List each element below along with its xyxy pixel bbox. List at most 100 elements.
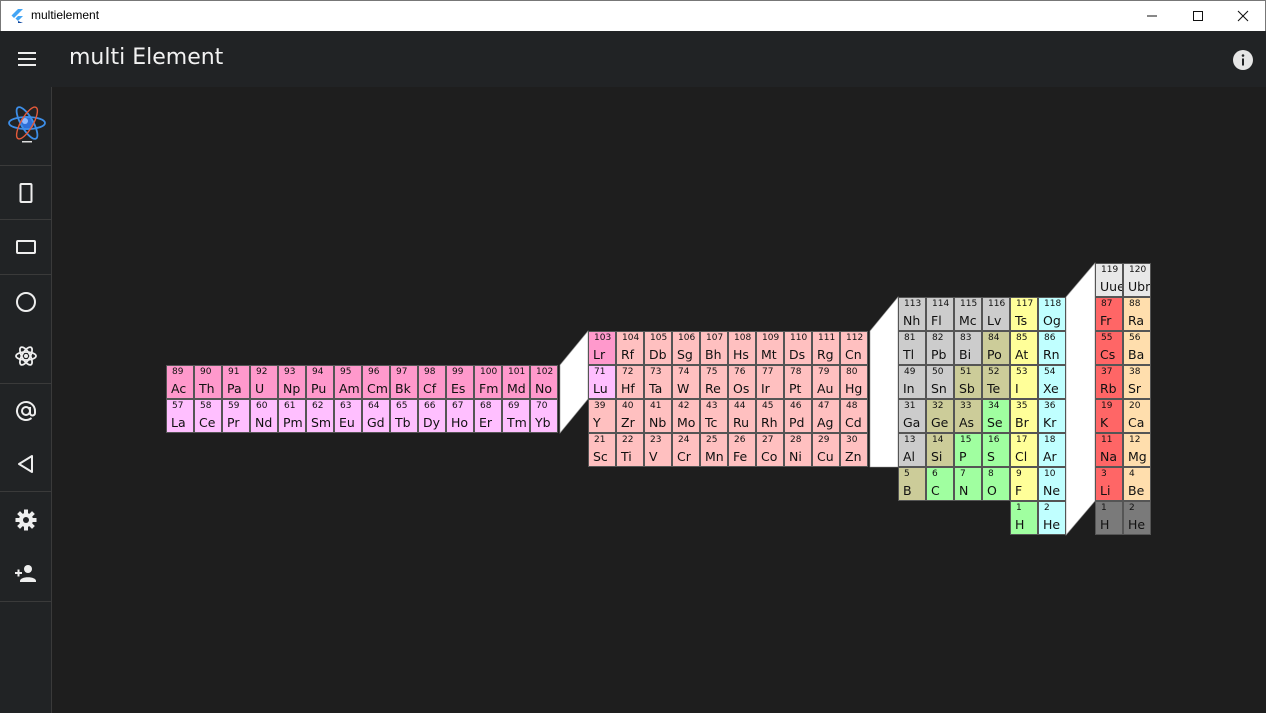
element-cell[interactable]: 65 Tb [390,399,418,433]
element-cell[interactable]: 20 Ca [1123,399,1151,433]
element-cell[interactable]: 105 Db [644,331,672,365]
element-cell[interactable]: 66 Dy [418,399,446,433]
element-cell[interactable]: 24 Cr [672,433,700,467]
element-cell[interactable]: 75 Re [700,365,728,399]
element-cell[interactable]: 118 Og [1038,297,1066,331]
element-cell[interactable]: 85 At [1010,331,1038,365]
element-cell[interactable]: 3 Li [1095,467,1123,501]
element-cell[interactable]: 72 Hf [616,365,644,399]
element-cell[interactable]: 78 Pt [784,365,812,399]
element-cell[interactable]: 88 Ra [1123,297,1151,331]
element-cell[interactable]: 1H [1095,501,1123,535]
element-cell[interactable]: 59 Pr [222,399,250,433]
element-cell[interactable]: 80 Hg [840,365,868,399]
element-cell[interactable]: 73 Ta [644,365,672,399]
element-cell[interactable]: 47 Ag [812,399,840,433]
element-cell[interactable]: 23 V [644,433,672,467]
element-cell[interactable]: 107 Bh [700,331,728,365]
element-cell[interactable]: 90 Th [194,365,222,399]
element-cell[interactable]: 43 Tc [700,399,728,433]
element-cell[interactable]: 113 Nh [898,297,926,331]
element-cell[interactable]: 5B [898,467,926,501]
element-cell[interactable]: 16 S [982,433,1010,467]
element-cell[interactable]: 96 Cm [362,365,390,399]
element-cell[interactable]: 54 Xe [1038,365,1066,399]
element-cell[interactable]: 111 Rg [812,331,840,365]
element-cell[interactable]: 19 K [1095,399,1123,433]
element-cell[interactable]: 34 Se [982,399,1010,433]
element-cell[interactable]: 56 Ba [1123,331,1151,365]
element-cell[interactable]: 30 Zn [840,433,868,467]
element-cell[interactable]: 41 Nb [644,399,672,433]
element-cell[interactable]: 70 Yb [530,399,558,433]
rail-settings-button[interactable] [6,500,46,540]
element-cell[interactable]: 71 Lu [588,365,616,399]
element-cell[interactable]: 32 Ge [926,399,954,433]
element-cell[interactable]: 18 Ar [1038,433,1066,467]
element-cell[interactable]: 6C [926,467,954,501]
element-cell[interactable]: 69 Tm [502,399,530,433]
element-cell[interactable]: 28 Ni [784,433,812,467]
element-cell[interactable]: 1H [1010,501,1038,535]
minimize-button[interactable] [1129,1,1175,31]
element-cell[interactable]: 37 Rb [1095,365,1123,399]
element-cell[interactable]: 86 Rn [1038,331,1066,365]
element-cell[interactable]: 102 No [530,365,558,399]
element-cell[interactable]: 103 Lr [588,331,616,365]
maximize-button[interactable] [1175,1,1221,31]
element-cell[interactable]: 109 Mt [756,331,784,365]
element-cell[interactable]: 95 Am [334,365,362,399]
element-cell[interactable]: 55 Cs [1095,331,1123,365]
element-cell[interactable]: 114 Fl [926,297,954,331]
element-cell[interactable]: 15 P [954,433,982,467]
rail-back-button[interactable] [6,444,46,484]
element-cell[interactable]: 25 Mn [700,433,728,467]
element-cell[interactable]: 7N [954,467,982,501]
element-cell[interactable]: 92 U [250,365,278,399]
element-cell[interactable]: 45 Rh [756,399,784,433]
element-cell[interactable]: 98 Cf [418,365,446,399]
element-cell[interactable]: 35 Br [1010,399,1038,433]
element-cell[interactable]: 33 As [954,399,982,433]
rail-portrait-button[interactable] [6,173,46,213]
element-cell[interactable]: 42 Mo [672,399,700,433]
rail-landscape-button[interactable] [6,227,46,267]
element-cell[interactable]: 79 Au [812,365,840,399]
element-cell[interactable]: 87 Fr [1095,297,1123,331]
close-button[interactable] [1220,1,1266,31]
element-cell[interactable]: 67 Ho [446,399,474,433]
element-cell[interactable]: 81 Tl [898,331,926,365]
element-cell[interactable]: 48 Cd [840,399,868,433]
element-cell[interactable]: 26 Fe [728,433,756,467]
element-cell[interactable]: 64 Gd [362,399,390,433]
element-cell[interactable]: 117 Ts [1010,297,1038,331]
element-cell[interactable]: 8O [982,467,1010,501]
element-cell[interactable]: 83 Bi [954,331,982,365]
element-cell[interactable]: 27 Co [756,433,784,467]
element-cell[interactable]: 60 Nd [250,399,278,433]
element-cell[interactable]: 49 In [898,365,926,399]
element-cell[interactable]: 76 Os [728,365,756,399]
element-cell[interactable]: 38 Sr [1123,365,1151,399]
rail-atom-button[interactable] [6,336,46,376]
element-cell[interactable]: 39 Y [588,399,616,433]
info-icon[interactable] [1232,49,1254,71]
element-cell[interactable]: 29 Cu [812,433,840,467]
rail-add-user-button[interactable] [6,553,46,593]
element-cell[interactable]: 52 Te [982,365,1010,399]
element-cell[interactable]: 116 Lv [982,297,1010,331]
element-cell[interactable]: 110 Ds [784,331,812,365]
element-cell[interactable]: 21 Sc [588,433,616,467]
element-cell[interactable]: 4 Be [1123,467,1151,501]
element-cell[interactable]: 57 La [166,399,194,433]
element-cell[interactable]: 22 Ti [616,433,644,467]
element-cell[interactable]: 74 W [672,365,700,399]
element-cell[interactable]: 53 I [1010,365,1038,399]
element-cell[interactable]: 106 Sg [672,331,700,365]
element-cell[interactable]: 120 Ubn [1123,263,1151,297]
element-cell[interactable]: 119 Uue [1095,263,1123,297]
rail-at-button[interactable] [6,391,46,431]
element-cell[interactable]: 68 Er [474,399,502,433]
element-cell[interactable]: 108 Hs [728,331,756,365]
element-cell[interactable]: 94 Pu [306,365,334,399]
